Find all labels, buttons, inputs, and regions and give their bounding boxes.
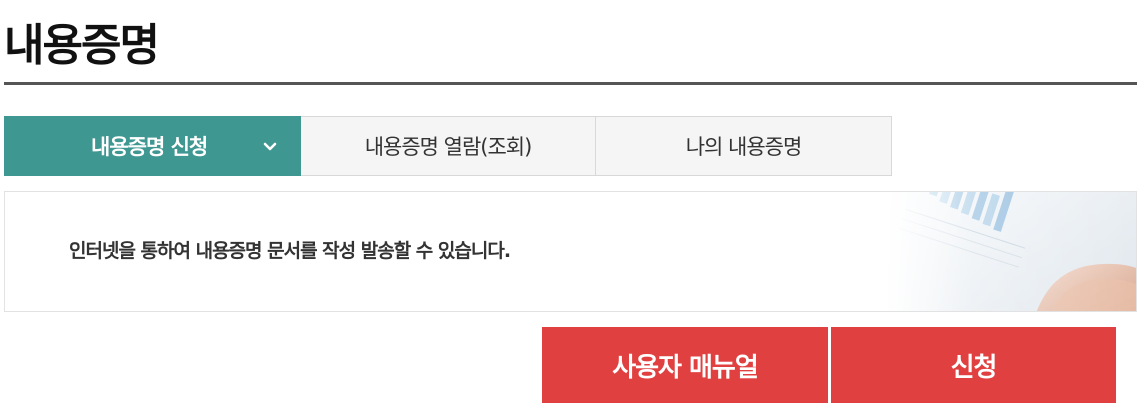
title-divider — [4, 82, 1137, 85]
document-chart-illustration — [886, 192, 1136, 311]
tab-view[interactable]: 내용증명 열람(조회) — [301, 116, 596, 176]
tab-bar: 내용증명 신청 내용증명 열람(조회) 나의 내용증명 — [4, 116, 892, 176]
user-manual-button[interactable]: 사용자 매뉴얼 — [542, 327, 828, 403]
info-box: 인터넷을 통하여 내용증명 문서를 작성 발송할 수 있습니다. — [4, 191, 1137, 312]
page-title: 내용증명 — [4, 20, 160, 71]
tab-my[interactable]: 나의 내용증명 — [596, 116, 892, 176]
apply-button[interactable]: 신청 — [831, 327, 1116, 403]
tab-apply-label: 내용증명 신청 — [91, 135, 208, 159]
tab-view-label: 내용증명 열람(조회) — [364, 135, 533, 159]
info-text: 인터넷을 통하여 내용증명 문서를 작성 발송할 수 있습니다. — [69, 240, 511, 262]
tab-my-label: 나의 내용증명 — [685, 135, 803, 159]
chevron-down-icon — [263, 142, 277, 151]
tab-apply[interactable]: 내용증명 신청 — [4, 116, 301, 176]
